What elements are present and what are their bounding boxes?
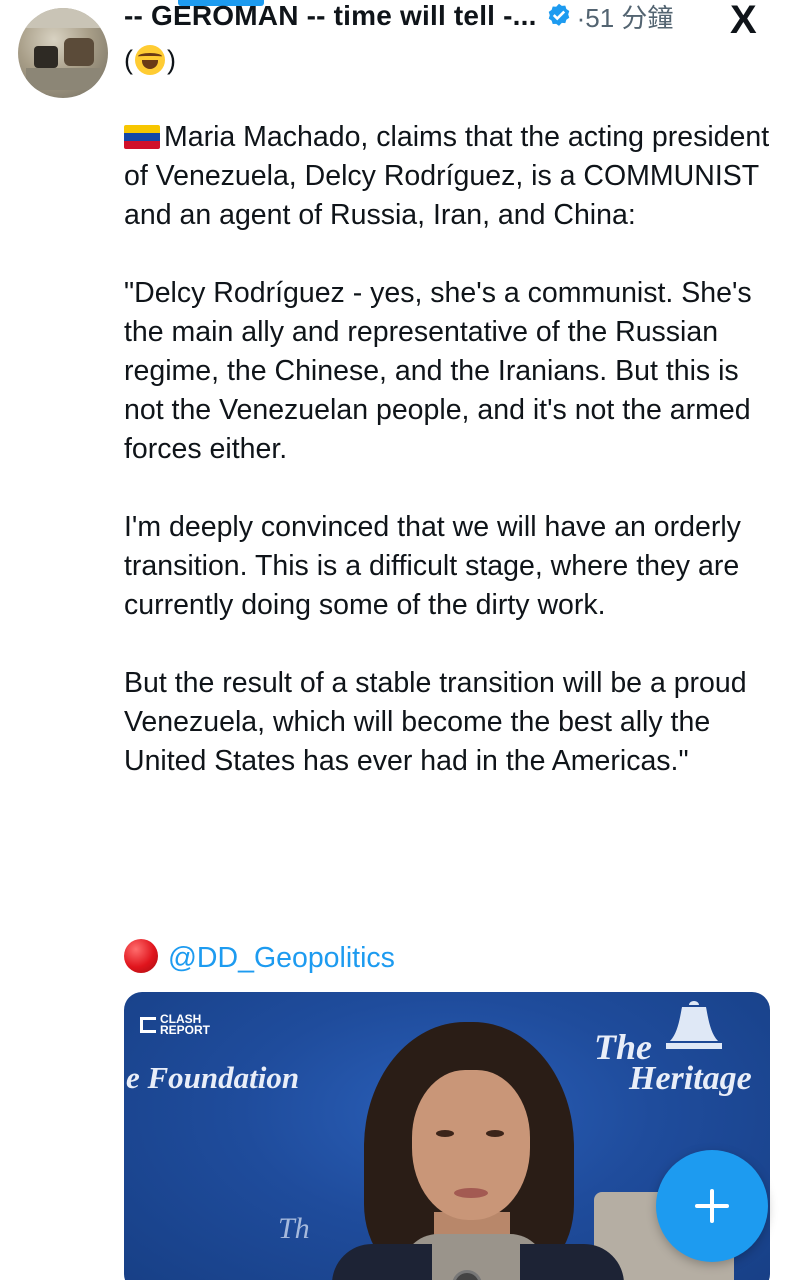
venezuela-flag-icon: [124, 125, 160, 149]
compose-button[interactable]: [656, 1150, 768, 1262]
avatar[interactable]: [18, 8, 108, 98]
laughing-emoji-icon: [135, 45, 165, 75]
backdrop-text: e Foundation: [126, 1060, 300, 1095]
timestamp: ·51 分鐘: [576, 2, 674, 33]
x-logo-icon[interactable]: X: [730, 0, 757, 43]
tweet-paragraph: I'm deeply convinced that we will have a…: [124, 511, 741, 621]
paren-open: (: [124, 45, 133, 75]
mention-link[interactable]: @DD_Geopolitics: [168, 942, 395, 974]
paren-close: ): [167, 45, 176, 75]
tweet-paragraph: "Delcy Rodríguez - yes, she's a communis…: [124, 277, 752, 465]
heritage-logo-word: Heritage: [629, 1060, 752, 1097]
speaker-figure: [324, 1012, 624, 1280]
emoji-line: ( ): [124, 40, 176, 80]
plus-icon: [695, 1189, 729, 1223]
tweet-text: Maria Machado, claims that the acting pr…: [124, 118, 774, 781]
backdrop-text-lower: Th: [278, 1212, 310, 1245]
tweet-paragraph: But the result of a stable transition wi…: [124, 667, 747, 777]
clash-report-logo: CLASH REPORT: [140, 1013, 210, 1036]
red-circle-icon: [124, 939, 158, 973]
tweet-detail-screen: -- GEROMAN -- time will tell -... ·51 分鐘…: [0, 0, 788, 1280]
liberty-bell-icon: [666, 1001, 722, 1049]
verified-badge-icon: [548, 3, 569, 26]
tweet-paragraph: Maria Machado, claims that the acting pr…: [124, 121, 770, 231]
source-line: @DD_Geopolitics: [124, 938, 395, 978]
tweet-header: -- GEROMAN -- time will tell -... ·51 分鐘: [124, 0, 788, 38]
display-name[interactable]: -- GEROMAN -- time will tell -...: [124, 0, 537, 32]
